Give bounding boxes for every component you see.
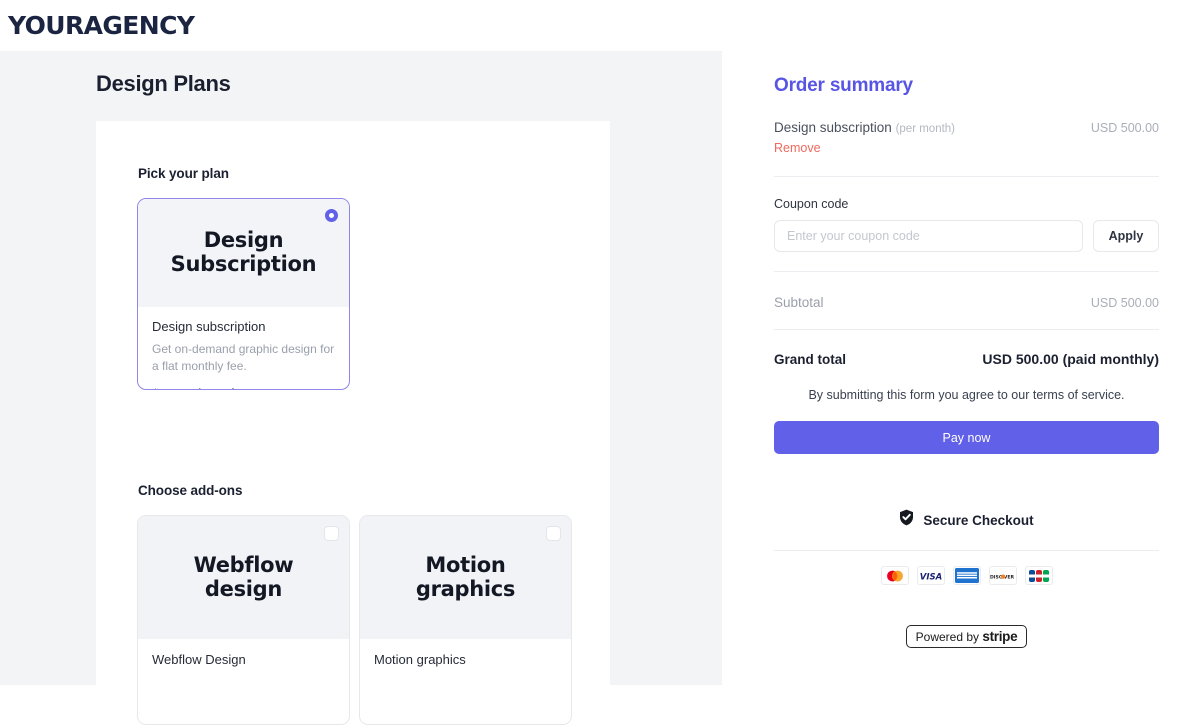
coupon-code-label: Coupon code xyxy=(774,197,849,211)
secure-checkout: Secure Checkout xyxy=(774,509,1159,531)
subtotal-amount: USD 500.00 xyxy=(1090,296,1159,310)
order-summary-title: Order summary xyxy=(774,75,913,96)
addon-checkbox[interactable] xyxy=(324,526,339,541)
addon-card-motion-graphics[interactable]: Motion graphics Motion graphics xyxy=(359,515,572,725)
pay-now-button[interactable]: Pay now xyxy=(774,421,1159,454)
order-summary-panel: Order summary Design subscription (per m… xyxy=(774,75,1159,648)
plan-card-artwork-text: Design Subscription xyxy=(171,229,317,276)
shield-check-icon xyxy=(899,509,914,531)
addon-artwork: Webflow design xyxy=(138,516,349,639)
plan-name: Design subscription xyxy=(152,319,266,334)
addon-name: Webflow Design xyxy=(152,652,246,667)
plan-card-body: Design subscription Get on-demand graphi… xyxy=(138,307,349,389)
line-item-name: Design subscription xyxy=(774,120,892,135)
powered-by-stripe-badge: Powered by stripe xyxy=(905,625,1028,648)
line-item-period: (per month) xyxy=(895,123,956,135)
grand-total-amount: USD 500.00 (paid monthly) xyxy=(982,351,1159,367)
pick-your-plan-label: Pick your plan xyxy=(138,166,229,181)
remove-item-link[interactable]: Remove xyxy=(774,141,821,155)
addon-body: Motion graphics xyxy=(360,639,571,667)
apply-coupon-button[interactable]: Apply xyxy=(1093,220,1159,252)
addon-artwork-text: Motion graphics xyxy=(415,552,516,601)
secure-checkout-label: Secure Checkout xyxy=(923,512,1034,528)
mastercard-icon xyxy=(880,566,909,585)
stripe-prefix: Powered by xyxy=(915,630,983,644)
visa-icon: VISA xyxy=(916,566,945,585)
discover-icon: DISC VER xyxy=(988,566,1017,585)
logo[interactable]: YOURAGENCY xyxy=(8,11,195,40)
line-item-name-group: Design subscription (per month) xyxy=(774,120,955,135)
page-body: Design Plans Pick your plan Design Subsc… xyxy=(0,51,1200,725)
addon-art-line-2: design xyxy=(204,576,283,601)
page-title: Design Plans xyxy=(96,71,231,96)
choose-addons-label: Choose add-ons xyxy=(138,483,243,498)
accepted-cards: VISA DISC VER xyxy=(774,566,1159,585)
terms-text: By submitting this form you agree to our… xyxy=(808,388,1125,402)
addon-artwork: Motion graphics xyxy=(360,516,571,639)
stripe-wordmark: stripe xyxy=(982,629,1018,644)
subtotal-label: Subtotal xyxy=(774,295,824,310)
svg-text:VISA: VISA xyxy=(919,572,941,582)
divider xyxy=(774,329,1159,330)
plan-price: $500.00/month xyxy=(152,387,335,389)
line-item-amount: USD 500.00 xyxy=(1090,121,1159,135)
order-line-item: Design subscription (per month) USD 500.… xyxy=(774,120,1159,135)
plan-radio-selected[interactable] xyxy=(325,209,338,222)
subtotal-row: Subtotal USD 500.00 xyxy=(774,295,1159,310)
addon-card-webflow-design[interactable]: Webflow design Webflow Design xyxy=(137,515,350,725)
plan-form-panel: Pick your plan Design Subscription Desig… xyxy=(96,121,610,725)
addon-art-line-1: Motion xyxy=(425,552,506,577)
jcb-icon xyxy=(1024,566,1053,585)
plan-card-design-subscription[interactable]: Design Subscription Design subscription … xyxy=(137,198,350,390)
plan-card-artwork: Design Subscription xyxy=(138,199,349,307)
right-column: Order summary Design subscription (per m… xyxy=(722,51,1200,685)
addon-artwork-text: Webflow design xyxy=(193,552,294,601)
site-header: YOURAGENCY xyxy=(0,0,1200,51)
grand-total-label: Grand total xyxy=(774,352,847,367)
divider xyxy=(774,550,1159,551)
addon-checkbox[interactable] xyxy=(546,526,561,541)
grand-total-row: Grand total USD 500.00 (paid monthly) xyxy=(774,351,1159,367)
addon-art-line-2: graphics xyxy=(415,576,516,601)
divider xyxy=(774,176,1159,177)
plan-art-line-1: Design xyxy=(203,228,284,253)
plan-art-line-2: Subscription xyxy=(170,252,317,276)
amex-icon xyxy=(952,566,981,585)
addon-art-line-1: Webflow xyxy=(193,552,294,577)
stripe-badge-wrap: Powered by stripe xyxy=(774,625,1159,648)
coupon-input[interactable] xyxy=(774,220,1083,252)
addon-body: Webflow Design xyxy=(138,639,349,667)
divider xyxy=(774,271,1159,272)
left-column: Design Plans Pick your plan Design Subsc… xyxy=(0,51,722,725)
coupon-row: Apply xyxy=(774,220,1159,252)
addon-name: Motion graphics xyxy=(374,652,466,667)
plan-description: Get on-demand graphic design for a flat … xyxy=(152,342,335,374)
